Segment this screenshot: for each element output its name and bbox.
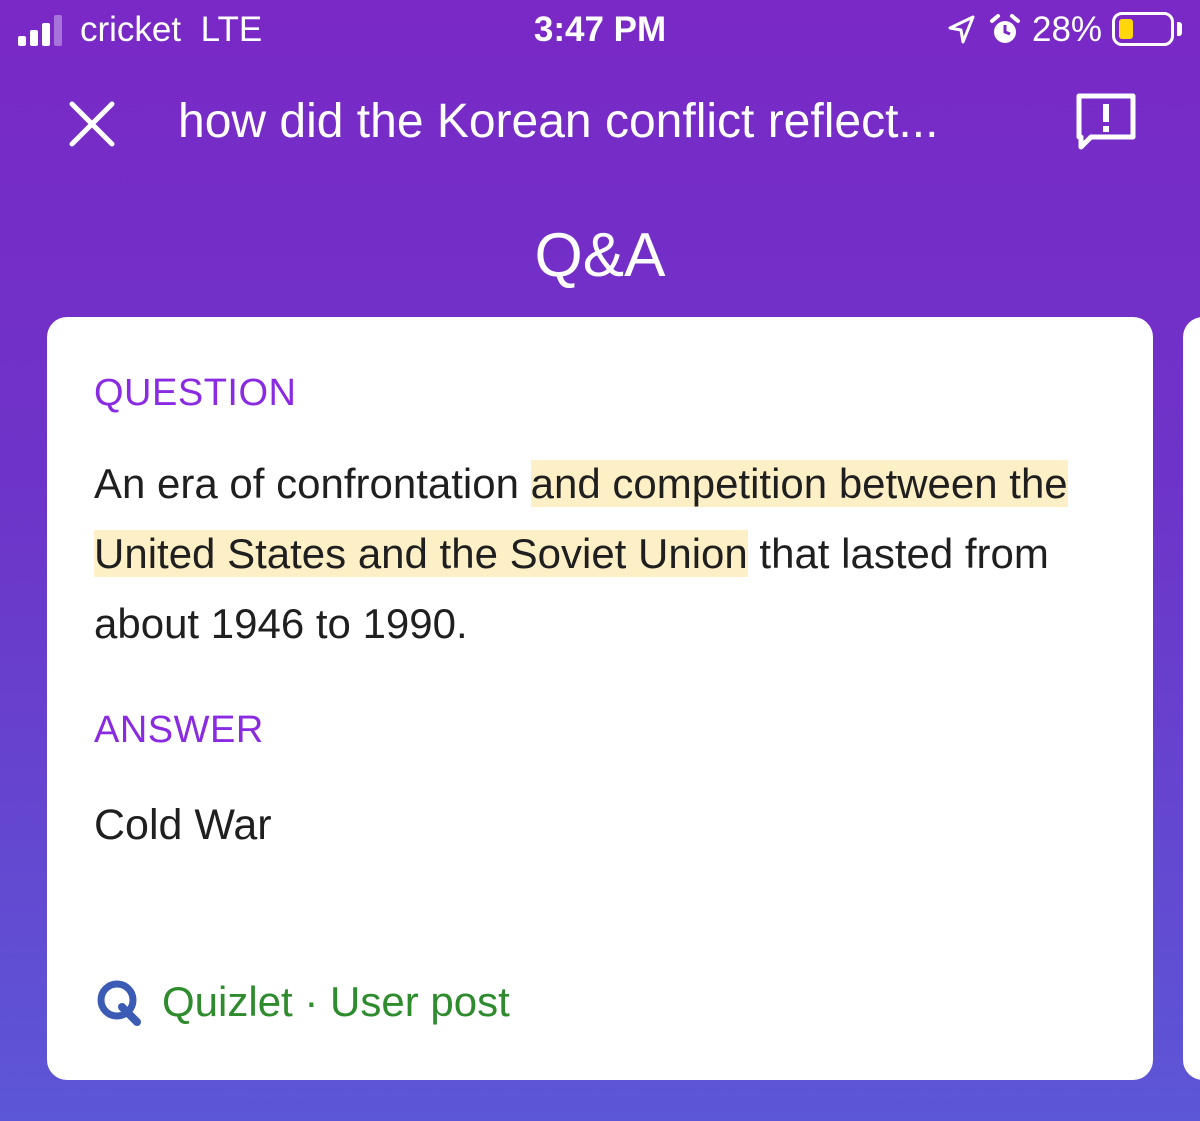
question-text: An era of confrontation and competition … [94, 449, 1114, 659]
next-card-peek[interactable] [1183, 317, 1200, 1080]
source-link[interactable]: Quizlet · User post [94, 975, 510, 1029]
page-title: Q&A [534, 221, 666, 290]
question-text-start: An era of confrontation [94, 460, 531, 507]
qa-card[interactable]: QUESTION An era of confrontation and com… [47, 317, 1153, 1080]
source-text: Quizlet · User post [162, 978, 510, 1025]
battery-percent: 28% [1032, 10, 1103, 49]
answer-label: ANSWER [94, 709, 264, 751]
status-bar: cricket LTE 3:47 PM 28% [0, 0, 1200, 62]
quizlet-q-icon [97, 980, 141, 1026]
search-query-title: how did the Korean conflict reflect... [178, 95, 939, 148]
answer-text: Cold War [94, 801, 272, 849]
alarm-icon [990, 14, 1020, 43]
report-feedback-icon[interactable] [1074, 91, 1138, 153]
question-label: QUESTION [94, 372, 297, 414]
battery-icon [1112, 12, 1174, 46]
battery-level [1119, 19, 1133, 39]
close-icon[interactable] [66, 98, 118, 150]
battery-nub [1177, 22, 1182, 36]
location-arrow-icon [948, 15, 975, 44]
